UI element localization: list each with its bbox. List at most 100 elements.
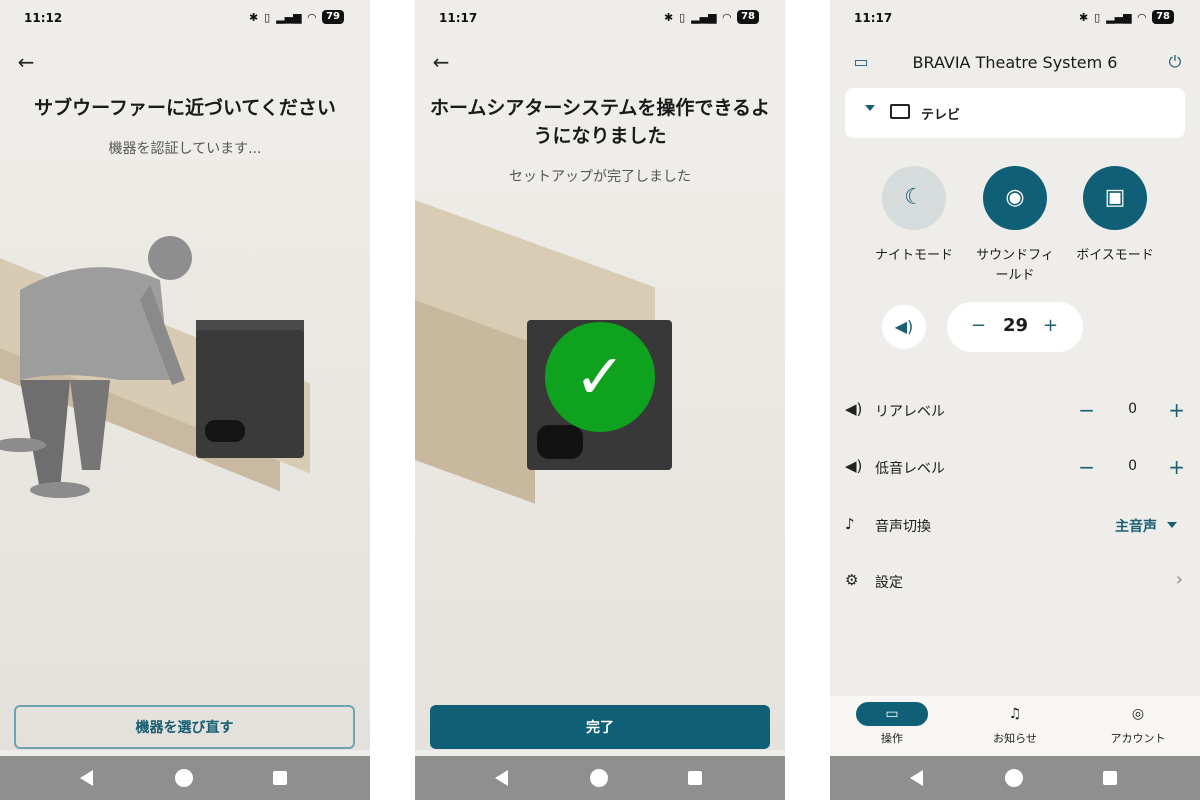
nav-tab-notifications[interactable]: ♫ お知らせ <box>970 702 1060 746</box>
bluetooth-icon: ✱ <box>663 10 674 24</box>
account-icon: ◎ <box>1131 706 1145 722</box>
battery-icon: 78 <box>737 10 759 24</box>
bass-level-label: 低音レベル <box>875 461 945 477</box>
chevron-down-icon <box>865 105 875 111</box>
volume-down-button[interactable]: − <box>971 315 986 336</box>
bass-level-plus-button[interactable]: + <box>1168 455 1185 479</box>
system-nav-bar <box>415 756 785 800</box>
power-icon[interactable]: ⏻ <box>1164 52 1186 72</box>
speaker-icon: ◀) <box>845 400 863 418</box>
system-nav-bar <box>0 756 370 800</box>
rear-level-value: 0 <box>1128 401 1137 417</box>
volume-control: − 29 + <box>947 302 1083 352</box>
volume-up-button[interactable]: + <box>1043 315 1058 336</box>
rear-level-plus-button[interactable]: + <box>1168 398 1185 422</box>
input-selector[interactable]: テレビ <box>845 88 1185 138</box>
moon-icon: ☾ <box>904 185 924 210</box>
nav-tab-label: 操作 <box>881 732 903 745</box>
status-time: 11:17 <box>854 11 893 25</box>
person-illustration <box>0 236 192 498</box>
status-time: 11:12 <box>24 11 63 25</box>
nav-tab-label: お知らせ <box>993 732 1037 745</box>
page-subtitle: セットアップが完了しました <box>509 169 691 185</box>
music-note-icon: ♪ <box>845 515 855 533</box>
signal-icon: ▂▄▆ <box>1106 10 1132 24</box>
battery-icon: 78 <box>1152 10 1174 24</box>
wifi-icon: ◠ <box>307 10 317 24</box>
check-icon: ✓ <box>545 322 655 432</box>
mute-button[interactable]: ◀) <box>882 305 926 349</box>
settings-label: 設定 <box>875 575 903 591</box>
back-arrow-icon[interactable]: ← <box>429 52 453 72</box>
status-bar: 11:17 ✱ ▯ ▂▄▆ ◠ 78 <box>830 0 1200 36</box>
chevron-right-icon: › <box>1175 569 1183 590</box>
signal-icon: ▂▄▆ <box>691 10 717 24</box>
bass-level-value: 0 <box>1128 458 1137 474</box>
status-bar: 11:17 ✱ ▯ ▂▄▆ ◠ 78 <box>415 0 785 36</box>
vibrate-icon: ▯ <box>264 10 271 24</box>
screen-authenticating: 11:12 ✱ ▯ ▂▄▆ ◠ 79 ← サブウーファーに近づいてください 機器… <box>0 0 370 800</box>
vibrate-icon: ▯ <box>679 10 686 24</box>
audio-switch-row[interactable]: ♪ 音声切換 主音声 <box>845 511 1185 541</box>
status-time: 11:17 <box>439 11 478 25</box>
bottom-nav: ▭ 操作 ♫ お知らせ ◎ アカウント <box>830 696 1200 756</box>
audio-switch-label: 音声切換 <box>875 519 931 535</box>
input-source-label: テレビ <box>921 108 961 123</box>
nav-tab-control[interactable]: ▭ 操作 <box>847 702 937 746</box>
night-mode-label: ナイトモード <box>874 248 953 263</box>
speaker-icon: ◀) <box>845 457 863 475</box>
settings-row[interactable]: ⚙ 設定 › <box>845 567 1185 597</box>
done-button[interactable]: 完了 <box>430 705 770 749</box>
device-name: BRAVIA Theatre System 6 <box>912 53 1118 72</box>
status-bar: 11:12 ✱ ▯ ▂▄▆ ◠ 79 <box>0 0 370 36</box>
sound-field-button[interactable]: ◉ <box>983 166 1047 230</box>
nav-home-icon[interactable] <box>1005 769 1023 787</box>
page-title: ホームシアターシステムを操作できるようになりました <box>429 97 771 147</box>
rear-level-minus-button[interactable]: − <box>1078 398 1095 422</box>
wifi-icon: ◠ <box>722 10 732 24</box>
volume-value: 29 <box>1003 315 1029 336</box>
gear-icon: ⚙ <box>845 571 859 589</box>
signal-icon: ▂▄▆ <box>276 10 302 24</box>
nav-tab-label: アカウント <box>1110 732 1166 745</box>
tv-icon <box>890 104 910 119</box>
nav-recents-icon[interactable] <box>273 771 287 785</box>
nav-back-icon[interactable] <box>495 770 508 786</box>
wifi-icon: ◠ <box>1137 10 1147 24</box>
audio-switch-value[interactable]: 主音声 <box>1115 516 1157 536</box>
bluetooth-icon: ✱ <box>248 10 259 24</box>
nav-back-icon[interactable] <box>910 770 923 786</box>
rear-level-row: ◀) リアレベル − 0 + <box>845 396 1185 426</box>
nav-recents-icon[interactable] <box>688 771 702 785</box>
page-title: サブウーファーに近づいてください <box>34 97 336 119</box>
chevron-down-icon <box>1167 522 1177 528</box>
bass-level-minus-button[interactable]: − <box>1078 455 1095 479</box>
bass-level-row: ◀) 低音レベル − 0 + <box>845 453 1185 483</box>
sound-field-icon: ◉ <box>1005 185 1025 210</box>
nav-home-icon[interactable] <box>175 769 193 787</box>
nav-recents-icon[interactable] <box>1103 771 1117 785</box>
voice-icon: ▣ <box>1104 185 1126 210</box>
screen-remote-control: 11:17 ✱ ▯ ▂▄▆ ◠ 78 ▭ BRAVIA Theatre Syst… <box>830 0 1200 800</box>
battery-icon: 79 <box>322 10 344 24</box>
back-arrow-icon[interactable]: ← <box>14 52 38 72</box>
bluetooth-icon: ✱ <box>1078 10 1089 24</box>
reselect-device-button[interactable]: 機器を選び直す <box>14 705 355 749</box>
sound-field-label: サウンドフィールド <box>976 248 1054 283</box>
nav-home-icon[interactable] <box>590 769 608 787</box>
tv-icon: ▭ <box>856 702 928 726</box>
screen-setup-complete: ✓ 11:17 ✱ ▯ ▂▄▆ ◠ 78 ← ホームシアターシステムを操作できる… <box>415 0 785 800</box>
page-subtitle: 機器を認証しています... <box>108 141 262 157</box>
voice-mode-button[interactable]: ▣ <box>1083 166 1147 230</box>
voice-mode-label: ボイスモード <box>1076 248 1154 263</box>
nav-back-icon[interactable] <box>80 770 93 786</box>
vibrate-icon: ▯ <box>1094 10 1101 24</box>
subwoofer-port <box>537 425 583 459</box>
system-nav-bar <box>830 756 1200 800</box>
rear-level-label: リアレベル <box>875 404 945 420</box>
speaker-icon: ◀) <box>894 317 914 336</box>
subwoofer-port <box>205 420 245 442</box>
nav-tab-account[interactable]: ◎ アカウント <box>1093 702 1183 746</box>
night-mode-button[interactable]: ☾ <box>882 166 946 230</box>
bell-icon: ♫ <box>1008 706 1022 722</box>
